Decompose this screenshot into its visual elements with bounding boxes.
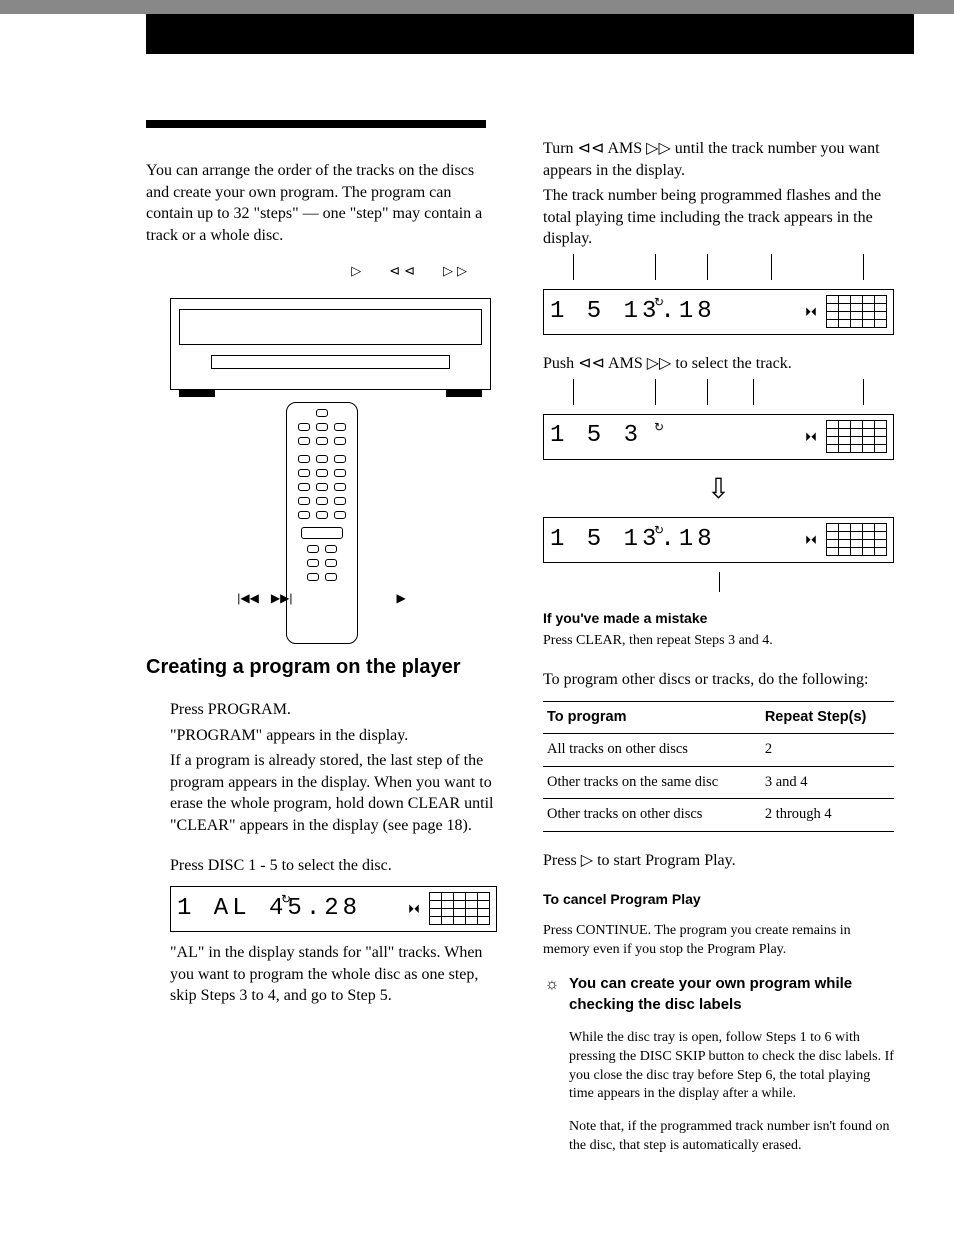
device-foot-right [446,389,482,397]
ams-prev-icon: ⊲⊲ [578,140,605,157]
tape-icon: ⏵⏴ [805,304,817,320]
two-column-layout: You can arrange the order of the tracks … [0,138,954,1210]
lcd-step4b-text: 1 5 13.18 [550,524,716,556]
table-header-repeat: Repeat Step(s) [761,701,894,734]
tip-icon: ☼ [543,974,561,1170]
tip-block: ☼ You can create your own program while … [543,974,894,1170]
intro-paragraph: You can arrange the order of the tracks … [146,160,497,246]
tip-paragraph-1: While the disc tray is open, follow Step… [569,1029,894,1105]
cancel-heading: To cancel Program Play [543,890,894,909]
play-solid-icon: ▶ [396,590,405,606]
play-icon: ▷ [351,262,365,280]
step2-line1: Press DISC 1 - 5 to select the disc. [170,855,497,877]
device-foot-left [179,389,215,397]
lcd-display-step3: ↻ ⏵⏴ 1 5 13.18 [543,289,894,335]
step-2: Press DISC 1 - 5 to select the disc. ↻ ⏵… [170,855,497,1007]
lcd-track-grid [827,421,887,453]
step4-line1: Push ⊲⊲ AMS ▷▷ to select the track. [543,353,894,375]
tape-icon: ⏵⏴ [408,901,420,917]
tip-heading: You can create your own program while ch… [569,974,894,1015]
step1-line1: Press PROGRAM. [170,699,497,721]
table-row: All tracks on other discs 2 [543,734,894,767]
lcd-callout-ticks [573,254,864,280]
step1-line2: "PROGRAM" appears in the display. [170,725,497,747]
tape-icon: ⏵⏴ [805,532,817,548]
lcd-callout-ticks [573,379,864,405]
device-panel [179,309,482,345]
repeat-icon: ↻ [654,419,664,435]
cd-player-figure [170,298,491,390]
step5-line1: To program other discs or tracks, do the… [543,669,894,691]
remote-figure [286,402,358,644]
step-4: Push ⊲⊲ AMS ▷▷ to select the track. ↻ ⏵⏴… [543,353,894,651]
cancel-body: Press CONTINUE. The program you create r… [543,922,894,960]
lcd-display-step4a: ↻ ⏵⏴ 1 5 3 [543,414,894,460]
table-row: Other tracks on the same disc 3 and 4 [543,766,894,799]
subheading-create-program: Creating a program on the player [146,654,497,681]
mistake-heading: If you've made a mistake [543,609,894,628]
step3-line1: Turn ⊲⊲ AMS ▷▷ until the track number yo… [543,138,894,181]
step-1: Press PROGRAM. "PROGRAM" appears in the … [170,699,497,837]
ams-prev-icon: ⊲⊲ [578,355,605,372]
header-blackbar [146,14,914,54]
play-icon: ▷ [581,852,593,869]
repeat-icon: ↻ [654,294,664,310]
step3-line2: The track number being programmed flashe… [543,185,894,250]
table-header-program: To program [543,701,761,734]
step1-line3: If a program is already stored, the last… [170,750,497,836]
step-3: Turn ⊲⊲ AMS ▷▷ until the track number yo… [543,138,894,335]
repeat-steps-table: To program Repeat Step(s) All tracks on … [543,701,894,832]
lcd-step4a-text: 1 5 3 [550,420,642,452]
left-column: You can arrange the order of the tracks … [146,138,497,1170]
step6-line: Press ▷ to start Program Play. [543,850,894,872]
lcd-display-al: ↻ ⏵⏴ 1 AL 45.28 [170,886,497,932]
prev-bar-icon: |◀◀ [237,590,259,606]
step2-note: "AL" in the display stands for "all" tra… [170,942,497,1007]
repeat-icon: ↻ [281,891,291,907]
next-icon: ▷▷ [443,262,471,280]
lcd-track-grid [827,296,887,328]
lcd-display-step4b: ↻ ⏵⏴ 1 5 13.18 [543,517,894,563]
step-6: Press ▷ to start Program Play. [543,850,894,872]
tip-paragraph-2: Note that, if the programmed track numbe… [569,1118,894,1156]
lcd-track-grid [827,524,887,556]
lcd-al-text: 1 AL 45.28 [177,893,361,925]
device-tray [211,355,450,369]
ams-next-icon: ▷▷ [646,140,671,157]
lcd-callout-ticks-bottom [573,572,864,592]
ams-next-icon: ▷▷ [647,355,672,372]
manual-page: You can arrange the order of the tracks … [0,14,954,1249]
repeat-icon: ↻ [654,522,664,538]
step-5: To program other discs or tracks, do the… [543,669,894,832]
tape-icon: ⏵⏴ [805,429,817,445]
arrow-down-icon: ⇩ [543,470,894,508]
mistake-body: Press CLEAR, then repeat Steps 3 and 4. [543,632,894,651]
section-blackbar [146,120,486,128]
tip-body: You can create your own program while ch… [569,974,894,1170]
lcd-track-grid [430,893,490,925]
table-row: Other tracks on other discs 2 through 4 [543,799,894,832]
device-top-icons: ▷ ⊲⊲ ▷▷ [170,262,497,280]
lcd-step3-text: 1 5 13.18 [550,296,716,328]
prev-icon: ⊲⊲ [389,262,419,280]
right-column: Turn ⊲⊲ AMS ▷▷ until the track number yo… [543,138,894,1170]
